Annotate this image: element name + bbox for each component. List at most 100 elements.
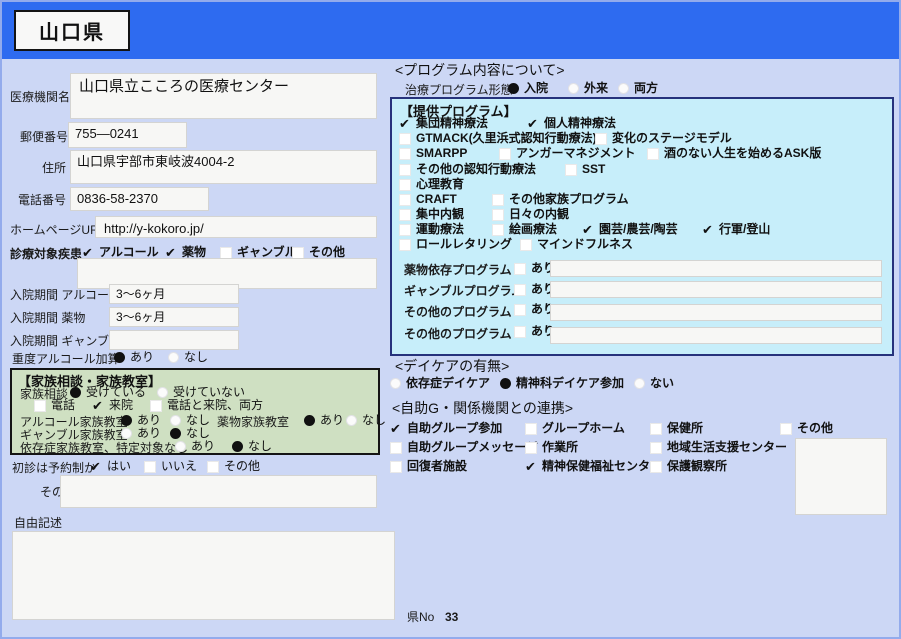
drug-program-checkbox[interactable] — [514, 262, 526, 275]
postal-code-input[interactable]: 755—0241 — [68, 122, 187, 148]
daycare-addiction-option[interactable]: 依存症デイケア — [390, 377, 490, 390]
family-consult-yes-option[interactable]: 受けている — [70, 386, 146, 399]
program-checkbox[interactable] — [399, 238, 411, 251]
severe-no-radio[interactable] — [168, 352, 179, 363]
program-checkbox[interactable] — [595, 132, 607, 145]
program-checkbox[interactable] — [399, 178, 411, 191]
other-program1-input[interactable] — [550, 304, 882, 321]
other-program1-checkbox[interactable] — [514, 303, 526, 316]
family-class-alcohol-no-radio[interactable] — [170, 415, 181, 426]
family-consult-yes-radio[interactable] — [70, 387, 81, 398]
collab-self-help-group[interactable]: 自助グループ参加 — [390, 422, 502, 435]
program-intensive-naikan[interactable]: 集中内観 — [399, 208, 464, 221]
program-group-psychotherapy[interactable]: 集団精神療法 — [399, 117, 488, 130]
program-individual-psychotherapy[interactable]: 個人精神療法 — [527, 117, 616, 130]
program-checkbox[interactable] — [492, 193, 504, 206]
first-visit-yes-option[interactable]: はい — [90, 460, 131, 473]
program-checkbox[interactable] — [647, 147, 659, 160]
collab-other[interactable]: その他 — [780, 422, 833, 435]
daycare-psychiatric-radio[interactable] — [500, 378, 511, 389]
first-visit-other-option[interactable]: その他 — [207, 460, 260, 473]
first-visit-no-checkbox[interactable] — [144, 460, 156, 473]
drug-program-ari-option[interactable]: あり — [514, 262, 555, 275]
program-checkbox[interactable] — [399, 147, 411, 160]
program-art-therapy[interactable]: 絵画療法 — [492, 223, 557, 236]
collab-workshop[interactable]: 作業所 — [525, 441, 578, 454]
first-visit-other-checkbox[interactable] — [207, 460, 219, 473]
family-class-none-no[interactable]: なし — [232, 440, 272, 453]
program-stage-model[interactable]: 変化のステージモデル — [595, 132, 732, 145]
family-class-gambling-no-radio[interactable] — [170, 428, 181, 439]
form-outpatient-option[interactable]: 外来 — [568, 82, 608, 95]
collab-checkbox[interactable] — [650, 441, 662, 454]
program-checkbox[interactable] — [492, 208, 504, 221]
disease-gambling-checkbox[interactable] — [220, 246, 232, 259]
daycare-addiction-radio[interactable] — [390, 378, 401, 389]
free-text-input[interactable] — [12, 531, 395, 620]
program-checkbox[interactable] — [565, 163, 577, 176]
stay-alcohol-input[interactable]: 3〜6ヶ月 — [109, 284, 239, 304]
family-consult-no-radio[interactable] — [157, 387, 168, 398]
other-program1-ari-option[interactable]: あり — [514, 303, 555, 316]
family-class-none-no-radio[interactable] — [232, 441, 243, 452]
family-class-drug-no[interactable]: なし — [346, 414, 386, 427]
family-class-drug-no-radio[interactable] — [346, 415, 357, 426]
family-class-gambling-yes-radio[interactable] — [121, 428, 132, 439]
program-sst[interactable]: SST — [565, 163, 605, 176]
collab-group-home[interactable]: グループホーム — [525, 422, 625, 435]
disease-alcohol-checkbox[interactable] — [82, 247, 94, 259]
program-craft[interactable]: CRAFT — [399, 193, 457, 206]
collab-other-note-input[interactable] — [795, 438, 887, 515]
program-checkbox[interactable] — [520, 238, 532, 251]
collab-community-support[interactable]: 地域生活支援センター — [650, 441, 787, 454]
family-class-gambling-yes[interactable]: あり — [121, 427, 161, 440]
disease-other-checkbox[interactable] — [292, 246, 304, 259]
program-checkbox[interactable] — [399, 118, 411, 130]
program-exercise-therapy[interactable]: 運動療法 — [399, 223, 464, 236]
other-program2-checkbox[interactable] — [514, 325, 526, 338]
collab-checkbox[interactable] — [650, 422, 662, 435]
facility-name-input[interactable]: 山口県立こころの医療センター — [70, 73, 377, 119]
other-program2-input[interactable] — [550, 327, 882, 344]
program-checkbox[interactable] — [582, 224, 594, 236]
program-checkbox[interactable] — [527, 118, 539, 130]
family-class-alcohol-yes-radio[interactable] — [121, 415, 132, 426]
program-other-family[interactable]: その他家族プログラム — [492, 193, 629, 206]
collab-self-help-message[interactable]: 自助グループメッセージ — [390, 441, 538, 454]
first-visit-no-option[interactable]: いいえ — [144, 460, 197, 473]
daycare-psychiatric-option[interactable]: 精神科デイケア参加 — [500, 377, 624, 390]
family-method-visit-option[interactable]: 来院 — [92, 399, 133, 412]
collab-checkbox[interactable] — [525, 422, 537, 435]
collab-checkbox[interactable] — [525, 441, 537, 454]
program-mindfulness[interactable]: マインドフルネス — [520, 238, 633, 251]
program-psychoeducation[interactable]: 心理教育 — [399, 178, 464, 191]
family-method-phone-option[interactable]: 電話 — [34, 399, 75, 412]
program-checkbox[interactable] — [499, 147, 511, 160]
program-checkbox[interactable] — [399, 208, 411, 221]
form-outpatient-radio[interactable] — [568, 83, 579, 94]
program-checkbox[interactable] — [399, 132, 411, 145]
form-both-option[interactable]: 両方 — [618, 82, 658, 95]
collab-probation-office[interactable]: 保護観察所 — [650, 460, 727, 473]
other-field-input[interactable] — [60, 475, 377, 508]
daycare-none-option[interactable]: ない — [634, 377, 674, 390]
program-checkbox[interactable] — [399, 163, 411, 176]
program-checkbox[interactable] — [702, 224, 714, 236]
family-class-drug-yes[interactable]: あり — [304, 414, 344, 427]
program-gtmack[interactable]: GTMACK(久里浜式認知行動療法) — [399, 132, 597, 145]
family-class-drug-yes-radio[interactable] — [304, 415, 315, 426]
family-method-visit-checkbox[interactable] — [92, 400, 104, 412]
program-checkbox[interactable] — [399, 223, 411, 236]
disease-drug-checkbox[interactable] — [165, 247, 177, 259]
program-daily-naikan[interactable]: 日々の内観 — [492, 208, 569, 221]
collab-checkbox[interactable] — [390, 441, 402, 454]
family-method-both-checkbox[interactable] — [150, 399, 162, 412]
severe-no-option[interactable]: なし — [168, 351, 208, 364]
homepage-url-input[interactable]: http://y-kokoro.jp/ — [95, 216, 377, 238]
program-anger-management[interactable]: アンガーマネジメント — [499, 147, 636, 160]
collab-checkbox[interactable] — [390, 460, 402, 473]
phone-input[interactable]: 0836-58-2370 — [70, 187, 209, 211]
program-hiking[interactable]: 行軍/登山 — [702, 223, 770, 236]
other-program2-ari-option[interactable]: あり — [514, 325, 555, 338]
drug-program-input[interactable] — [550, 260, 882, 277]
